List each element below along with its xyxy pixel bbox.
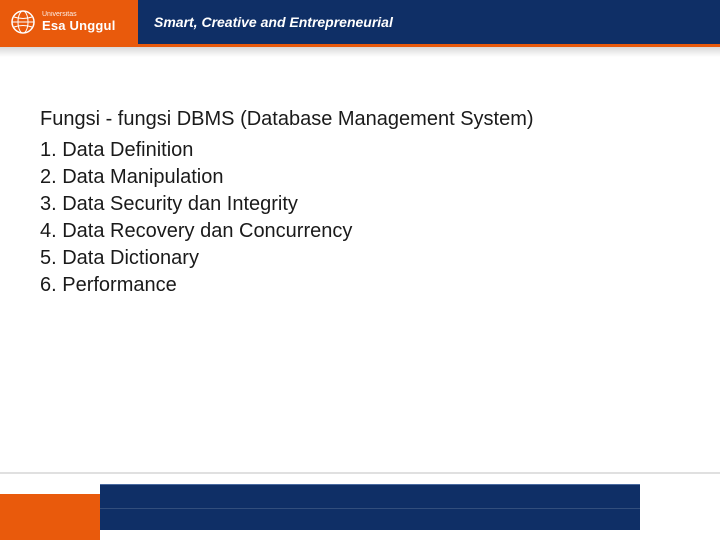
list-item: 2. Data Manipulation [40,164,680,191]
slide-content: Fungsi - fungsi DBMS (Database Managemen… [40,108,680,299]
logo-block: Universitas Esa Unggul [0,0,138,44]
list-item: 5. Data Dictionary [40,245,680,272]
list-item: 6. Performance [40,272,680,299]
globe-icon [10,9,36,35]
tagline-block: Smart, Creative and Entrepreneurial [138,0,720,44]
header-shadow [0,47,720,57]
slide-title: Fungsi - fungsi DBMS (Database Managemen… [40,108,680,131]
logo-big-text: Esa Unggul [42,19,116,33]
footer-divider [0,472,720,474]
footer-navy-block [100,484,640,530]
logo-small-text: Universitas [42,11,116,19]
footer-orange-block [0,494,100,540]
list-item: 3. Data Security dan Integrity [40,191,680,218]
tagline-text: Smart, Creative and Entrepreneurial [154,14,393,30]
slide-footer [0,474,720,540]
slide-header: Universitas Esa Unggul Smart, Creative a… [0,0,720,44]
list-item: 1. Data Definition [40,137,680,164]
logo-text: Universitas Esa Unggul [42,11,116,33]
slide-list: 1. Data Definition 2. Data Manipulation … [40,137,680,299]
list-item: 4. Data Recovery dan Concurrency [40,218,680,245]
